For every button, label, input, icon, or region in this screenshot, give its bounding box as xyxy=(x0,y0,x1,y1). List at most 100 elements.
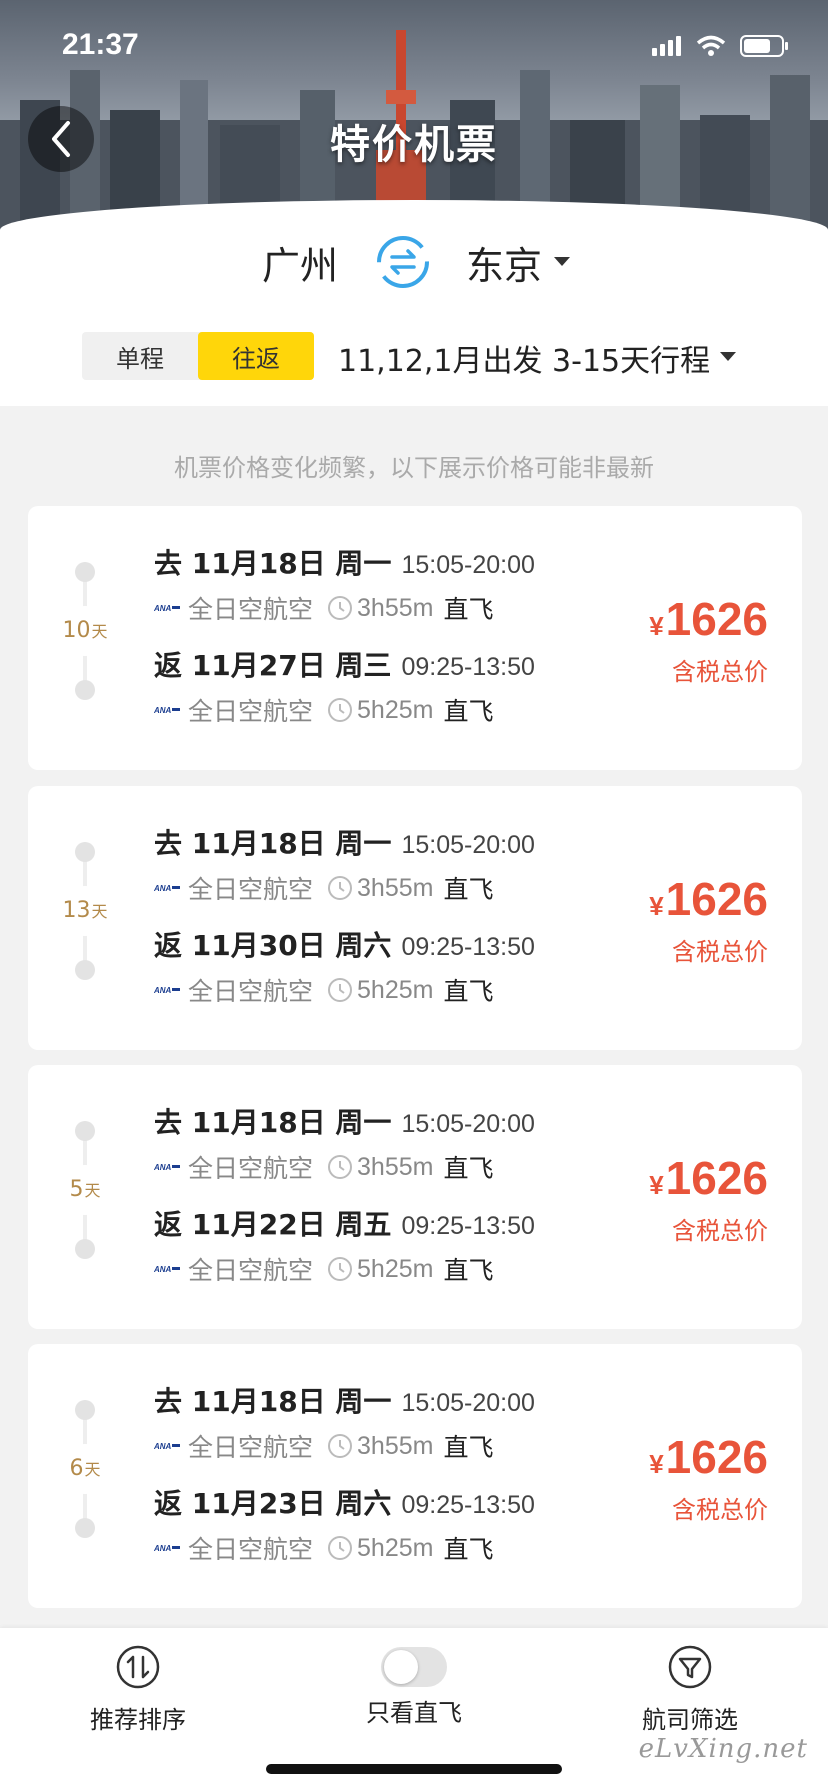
price-block: ¥1626 含税总价 xyxy=(649,1430,768,1525)
trip-duration-badge: 5天 xyxy=(58,1167,112,1213)
trip-type-roundtrip[interactable]: 往返 xyxy=(198,332,314,380)
outbound-duration: 3h55m xyxy=(357,1431,434,1460)
timeline-dot xyxy=(75,1239,95,1259)
price-block: ¥1626 含税总价 xyxy=(649,872,768,967)
timeline-dot xyxy=(75,842,95,862)
flight-card[interactable]: 13 天 去 11月18日 周一 15:05-20:00 ANA 全日空航空 3h5… xyxy=(28,786,802,1050)
airline-filter-button[interactable]: 航司筛选 xyxy=(600,1644,780,1735)
svg-text:ANA: ANA xyxy=(154,986,172,995)
trip-days-unit: 天 xyxy=(91,622,108,641)
price-block: ¥1626 含税总价 xyxy=(649,1151,768,1246)
timeline-dot xyxy=(75,960,95,980)
outbound-leg: 去 11月18日 周一 15:05-20:00 ANA 全日空航空 3h55m 直… xyxy=(154,822,535,906)
origin-city[interactable]: 广州 xyxy=(262,235,338,290)
flight-card[interactable]: 10 天 去 11月18日 周一 15:05-20:00 ANA 全日空航空 3h5… xyxy=(28,506,802,770)
trip-days: 5 xyxy=(69,1177,84,1202)
price-amount: 1626 xyxy=(665,873,768,925)
clock-icon xyxy=(328,1257,353,1281)
trip-type-toggle: 单程 往返 xyxy=(82,332,314,380)
flight-card[interactable]: 5天 去 11月18日 周一 15:05-20:00 ANA 全日空航空 3h55… xyxy=(28,1065,802,1329)
outbound-type: 直飞 xyxy=(443,1433,494,1462)
trip-timeline: 5天 xyxy=(58,1121,112,1259)
currency-symbol: ¥ xyxy=(649,891,664,921)
outbound-date: 去 11月18日 周一 xyxy=(154,827,392,860)
swap-icon[interactable] xyxy=(374,233,432,291)
timeline-dot xyxy=(75,562,95,582)
outbound-time: 15:05-20:00 xyxy=(401,1110,535,1138)
timeline-dot xyxy=(75,1121,95,1141)
currency-symbol: ¥ xyxy=(649,1449,664,1479)
return-type: 直飞 xyxy=(443,697,494,726)
clock-icon xyxy=(328,1155,353,1179)
outbound-airline: 全日空航空 xyxy=(188,875,314,904)
return-time: 09:25-13:50 xyxy=(401,933,535,961)
trip-days: 10 xyxy=(62,618,91,643)
trip-days: 6 xyxy=(69,1456,84,1481)
direct-only-switch[interactable] xyxy=(381,1647,447,1687)
price-amount: 1626 xyxy=(665,1152,768,1204)
destination-city[interactable]: 东京 xyxy=(466,235,542,290)
outbound-type: 直飞 xyxy=(443,595,494,624)
svg-text:ANA: ANA xyxy=(154,1442,172,1451)
price-amount: 1626 xyxy=(665,1431,768,1483)
battery-icon xyxy=(740,35,788,57)
flight-card[interactable]: 6天 去 11月18日 周一 15:05-20:00 ANA 全日空航空 3h55… xyxy=(28,1344,802,1608)
outbound-duration: 3h55m xyxy=(357,593,434,622)
direct-only-label: 只看直飞 xyxy=(366,1699,462,1727)
return-duration: 5h25m xyxy=(357,1254,434,1283)
return-airline: 全日空航空 xyxy=(188,1535,314,1564)
home-indicator[interactable] xyxy=(266,1764,562,1774)
outbound-leg: 去 11月18日 周一 15:05-20:00 ANA 全日空航空 3h55m 直… xyxy=(154,1380,535,1464)
price-block: ¥1626 含税总价 xyxy=(649,592,768,687)
price-value: ¥1626 xyxy=(649,592,768,646)
trip-type-oneway[interactable]: 单程 xyxy=(82,332,198,380)
return-type: 直飞 xyxy=(443,1535,494,1564)
svg-text:ANA: ANA xyxy=(154,884,172,893)
ana-logo-icon: ANA xyxy=(154,1442,180,1451)
price-notice: 机票价格变化频繁，以下展示价格可能非最新 xyxy=(174,454,654,482)
return-time: 09:25-13:50 xyxy=(401,653,535,681)
svg-text:ANA: ANA xyxy=(154,1544,172,1553)
svg-text:ANA: ANA xyxy=(154,1265,172,1274)
trip-days-unit: 天 xyxy=(84,1181,101,1200)
trip-timeline: 6天 xyxy=(58,1400,112,1538)
clock-icon xyxy=(328,698,353,722)
trip-duration-badge: 13 天 xyxy=(58,888,112,934)
sort-button[interactable]: 推荐排序 xyxy=(48,1644,228,1735)
destination-dropdown-icon[interactable] xyxy=(554,257,570,266)
return-date: 返 11月22日 周五 xyxy=(154,1208,392,1241)
ana-logo-icon: ANA xyxy=(154,1544,180,1553)
outbound-type: 直飞 xyxy=(443,1154,494,1183)
departure-filter[interactable]: 11,12,1月出发 3-15天行程 xyxy=(338,336,710,380)
ana-logo-icon: ANA xyxy=(154,986,180,995)
return-airline: 全日空航空 xyxy=(188,977,314,1006)
outbound-duration: 3h55m xyxy=(357,1152,434,1181)
return-leg: 返 11月22日 周五 09:25-13:50 ANA 全日空航空 5h25m 直… xyxy=(154,1203,535,1287)
clock-icon xyxy=(328,1536,353,1560)
return-leg: 返 11月30日 周六 09:25-13:50 ANA 全日空航空 5h25m 直… xyxy=(154,924,535,1008)
airline-filter-label: 航司筛选 xyxy=(642,1706,738,1734)
page-title: 特价机票 xyxy=(330,122,498,168)
ana-logo-icon: ANA xyxy=(154,1163,180,1172)
outbound-time: 15:05-20:00 xyxy=(401,551,535,579)
outbound-airline: 全日空航空 xyxy=(188,1433,314,1462)
outbound-date: 去 11月18日 周一 xyxy=(154,547,392,580)
sort-icon xyxy=(116,1645,160,1689)
outbound-date: 去 11月18日 周一 xyxy=(154,1385,392,1418)
price-note: 含税总价 xyxy=(672,658,768,686)
clock-icon xyxy=(328,978,353,1002)
currency-symbol: ¥ xyxy=(649,1170,664,1200)
return-date: 返 11月27日 周三 xyxy=(154,649,392,682)
currency-symbol: ¥ xyxy=(649,611,664,641)
outbound-time: 15:05-20:00 xyxy=(401,1389,535,1417)
direct-only-toggle[interactable]: 只看直飞 xyxy=(324,1644,504,1728)
status-time: 21:37 xyxy=(62,28,139,61)
watermark: eLvXing.net xyxy=(638,1734,808,1764)
timeline-dot xyxy=(75,1518,95,1538)
outbound-airline: 全日空航空 xyxy=(188,1154,314,1183)
departure-dropdown-icon[interactable] xyxy=(720,352,736,361)
svg-text:ANA: ANA xyxy=(154,706,172,715)
trip-timeline: 10 天 xyxy=(58,562,112,700)
price-note: 含税总价 xyxy=(672,1217,768,1245)
return-duration: 5h25m xyxy=(357,1533,434,1562)
